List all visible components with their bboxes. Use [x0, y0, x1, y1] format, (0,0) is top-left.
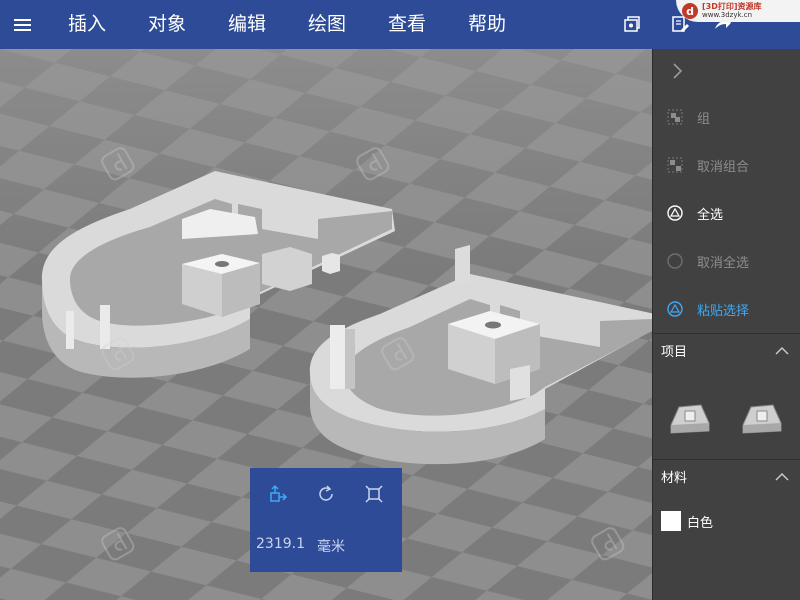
- menu-draw[interactable]: 绘图: [308, 0, 346, 49]
- ungroup-label: 取消组合: [697, 159, 750, 175]
- item-thumbnail-1[interactable]: [667, 399, 713, 439]
- chevron-right-icon[interactable]: [667, 61, 687, 81]
- material-color-label: 白色: [687, 515, 714, 531]
- watermark-logo: d: [682, 3, 698, 19]
- deselect-all-icon: [667, 253, 683, 269]
- menu-object[interactable]: 对象: [148, 0, 186, 49]
- menu-bar: 插入 对象 编辑 绘图 查看 帮助 d [3D打印]资源库 www.3dzyk.…: [0, 0, 800, 49]
- right-side-panel: 组 取消组合 全选 取消全选 粘贴选择 项目 材料 白色: [652, 49, 800, 600]
- items-section-title: 项目: [661, 345, 688, 360]
- watermark-badge: d [3D打印]资源库 www.3dzyk.cn: [676, 0, 800, 22]
- material-section-header[interactable]: 材料: [653, 459, 800, 493]
- group-icon: [667, 109, 683, 125]
- items-section-header[interactable]: 项目: [653, 333, 800, 367]
- menu-view[interactable]: 查看: [388, 0, 426, 49]
- ungroup-icon: [667, 157, 683, 173]
- chevron-up-icon[interactable]: [775, 346, 789, 356]
- select-all-label: 全选: [697, 207, 724, 223]
- watermark-badge-title: [3D打印]资源库: [702, 2, 762, 11]
- material-section-title: 材料: [661, 471, 688, 486]
- select-all-icon: [667, 205, 683, 221]
- deselect-all-label: 取消全选: [697, 255, 750, 271]
- chevron-up-icon[interactable]: [775, 472, 789, 482]
- transform-popup: 2319.1 毫米: [250, 468, 402, 572]
- menu-insert[interactable]: 插入: [68, 0, 106, 49]
- menu-help[interactable]: 帮助: [468, 0, 506, 49]
- menu-edit[interactable]: 编辑: [228, 0, 266, 49]
- select-all-button[interactable]: 全选: [653, 189, 800, 237]
- group-button[interactable]: 组: [653, 93, 800, 141]
- watermark-badge-url: www.3dzyk.cn: [702, 11, 753, 19]
- item-thumbnail-2[interactable]: [739, 399, 785, 439]
- ungroup-button[interactable]: 取消组合: [653, 141, 800, 189]
- paste-selection-icon: [667, 301, 683, 317]
- material-white-option[interactable]: 白色: [661, 511, 713, 531]
- group-label: 组: [697, 111, 711, 127]
- scale-icon[interactable]: [364, 484, 384, 504]
- paste-selection-label: 粘贴选择: [697, 303, 750, 319]
- move-icon[interactable]: [268, 484, 288, 504]
- measurement-value[interactable]: 2319.1: [256, 536, 305, 556]
- measurement-unit: 毫米: [317, 539, 345, 555]
- material-color-swatch: [661, 511, 681, 531]
- paste-selection-button[interactable]: 粘贴选择: [653, 285, 800, 333]
- deselect-all-button[interactable]: 取消全选: [653, 237, 800, 285]
- 3d-view-icon[interactable]: [622, 14, 642, 34]
- rotate-icon[interactable]: [316, 484, 336, 504]
- hamburger-menu-icon[interactable]: [0, 0, 44, 49]
